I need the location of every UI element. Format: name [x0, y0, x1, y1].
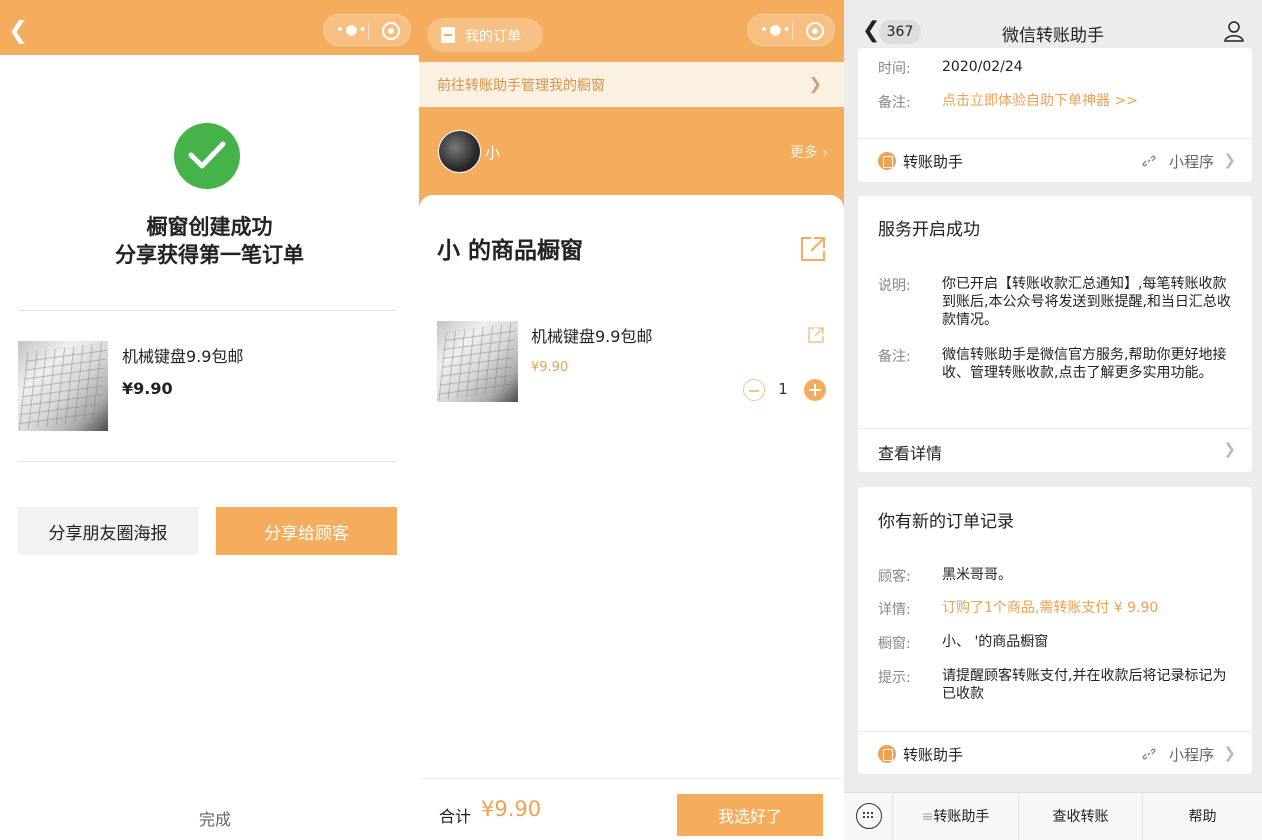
- view-details-row[interactable]: 查看详情 ❯: [858, 428, 1252, 472]
- close-target-icon[interactable]: [382, 22, 400, 40]
- footer-name: 转账助手: [903, 153, 964, 171]
- more-dots-icon[interactable]: •●•: [336, 23, 368, 37]
- miniprogram-footer[interactable]: 转账助手 小程序 ❯: [858, 731, 1252, 775]
- message-title: 服务开启成功: [878, 220, 980, 240]
- share-customer-button[interactable]: 分享给顾客: [216, 507, 397, 555]
- user-icon[interactable]: [1224, 20, 1244, 42]
- desc-label: 说明:: [878, 278, 911, 294]
- share-product-icon[interactable]: [807, 326, 825, 344]
- share-icon[interactable]: [799, 235, 827, 263]
- top-bar: ❮ •●•: [0, 0, 419, 55]
- detail-label: 详情:: [878, 602, 911, 618]
- menu-item-check-transfers[interactable]: 查收转账: [1018, 793, 1142, 840]
- chevron-right-icon: ❯: [1223, 151, 1236, 169]
- note-value: 微信转账助手是微信官方服务,帮助你更好地接收、管理转账收款,点击了解更多实用功能…: [942, 347, 1227, 381]
- message-card-2: 服务开启成功 说明: 你已开启【转账收款汇总通知】,每笔转账收款到账后,本公众号…: [858, 196, 1252, 472]
- shop-card: 小 的商品橱窗 机械键盘9.9包邮 ¥9.90 1: [419, 195, 844, 840]
- notice-text: 前往转账助手管理我的橱窗: [437, 78, 605, 94]
- desc-value: 你已开启【转账收款汇总通知】,每笔转账收款到账后,本公众号将发送到账提醒,和当日…: [942, 276, 1231, 328]
- done-button[interactable]: 完成: [0, 806, 419, 830]
- link-icon: [1142, 748, 1156, 760]
- capsule-menu[interactable]: •●•: [323, 14, 411, 46]
- page-title: 微信转账助手: [1002, 26, 1104, 46]
- customer-label: 顾客:: [878, 569, 911, 585]
- transfer-assistant-icon: [878, 152, 896, 170]
- menu-item-transfer-assistant[interactable]: ≡转账助手: [892, 793, 1018, 840]
- miniprogram-label: 小程序: [1168, 153, 1214, 171]
- note-label: 备注:: [878, 95, 911, 111]
- capsule-menu[interactable]: •●•: [747, 14, 835, 46]
- shop-label: 橱窗:: [878, 636, 911, 652]
- total-value: ¥9.90: [481, 797, 542, 821]
- quantity-value: 1: [778, 380, 788, 398]
- my-orders-button[interactable]: 我的订单: [427, 18, 543, 52]
- footer-name: 转账助手: [903, 746, 964, 764]
- note-label: 备注:: [878, 349, 911, 365]
- product-name: 机械键盘9.9包邮: [122, 347, 244, 366]
- transfer-assistant-icon: [878, 745, 896, 763]
- share-success-screen: ❮ •●• 橱窗创建成功 分享获得第一笔订单 机械键盘9.9包邮 ¥9.90 分…: [0, 0, 419, 840]
- chevron-right-icon: ❯: [808, 74, 822, 93]
- tip-label: 提示:: [878, 670, 911, 686]
- share-poster-button[interactable]: 分享朋友圈海报: [18, 507, 198, 555]
- confirm-button[interactable]: 我选好了: [677, 794, 823, 836]
- manage-window-notice[interactable]: 前往转账助手管理我的橱窗 ❯: [419, 62, 844, 107]
- top-bar: 我的订单 •●•: [419, 0, 844, 62]
- product-price: ¥9.90: [122, 379, 173, 398]
- view-details-label: 查看详情: [878, 444, 943, 463]
- note-link[interactable]: 点击立即体验自助下单神器 >>: [942, 92, 1238, 110]
- tip-value: 请提醒顾客转账支付,并在收款后将记录标记为已收款: [942, 668, 1227, 702]
- miniprogram-label: 小程序: [1168, 746, 1214, 764]
- chevron-right-icon: ❯: [1223, 440, 1236, 458]
- more-dots-icon[interactable]: •●•: [760, 23, 792, 37]
- document-icon: [441, 27, 455, 43]
- menu-item-help[interactable]: 帮助: [1142, 793, 1262, 840]
- more-link[interactable]: 更多 ›: [790, 142, 828, 162]
- close-target-icon[interactable]: [806, 22, 824, 40]
- shop-window-screen: 我的订单 •●• 前往转账助手管理我的橱窗 ❯ 小 更多 › 小 的商品橱窗 机…: [419, 0, 844, 840]
- time-value: 2020/02/24: [942, 59, 1023, 75]
- avatar[interactable]: [438, 130, 481, 173]
- product-name: 机械键盘9.9包邮: [531, 327, 653, 346]
- total-label: 合计: [439, 807, 472, 826]
- keyboard-icon[interactable]: [856, 803, 882, 829]
- message-card-1: 时间: 2020/02/24 备注: 点击立即体验自助下单神器 >> 转账助手 …: [858, 48, 1252, 182]
- quantity-minus-button[interactable]: [743, 379, 765, 401]
- product-image: [437, 321, 518, 402]
- link-icon: [1142, 155, 1156, 167]
- product-image: [18, 341, 108, 431]
- checkout-bar: 合计 ¥9.90 我选好了: [419, 778, 844, 840]
- success-check-icon: [174, 123, 240, 189]
- transfer-assistant-chat: ❮ 367 微信转账助手 时间: 2020/02/24 备注: 点击立即体验自助…: [844, 0, 1262, 840]
- quantity-plus-button[interactable]: [804, 379, 826, 401]
- detail-value: 订购了1个商品,需转账支付 ¥ 9.90: [942, 600, 1159, 616]
- shop-title: 小 的商品橱窗: [437, 238, 584, 264]
- message-card-3: 你有新的订单记录 顾客: 黑米哥哥。 详情: 订购了1个商品,需转账支付 ¥ 9…: [858, 487, 1252, 774]
- shop-value: 小、 '的商品橱窗: [942, 634, 1049, 650]
- product-price: ¥9.90: [531, 360, 569, 375]
- success-title: 橱窗创建成功: [146, 215, 273, 239]
- account-menu-bar: ≡转账助手 查收转账 帮助: [844, 792, 1262, 840]
- time-label: 时间:: [878, 61, 911, 77]
- my-orders-label: 我的订单: [465, 29, 521, 45]
- seller-name: 小: [485, 144, 501, 162]
- message-title: 你有新的订单记录: [878, 512, 1014, 532]
- customer-value: 黑米哥哥。: [942, 567, 1012, 583]
- chevron-right-icon: ❯: [1223, 744, 1236, 762]
- back-icon[interactable]: ❮: [8, 18, 28, 42]
- miniprogram-footer[interactable]: 转账助手 小程序 ❯: [858, 138, 1252, 182]
- success-subtitle: 分享获得第一笔订单: [115, 243, 304, 267]
